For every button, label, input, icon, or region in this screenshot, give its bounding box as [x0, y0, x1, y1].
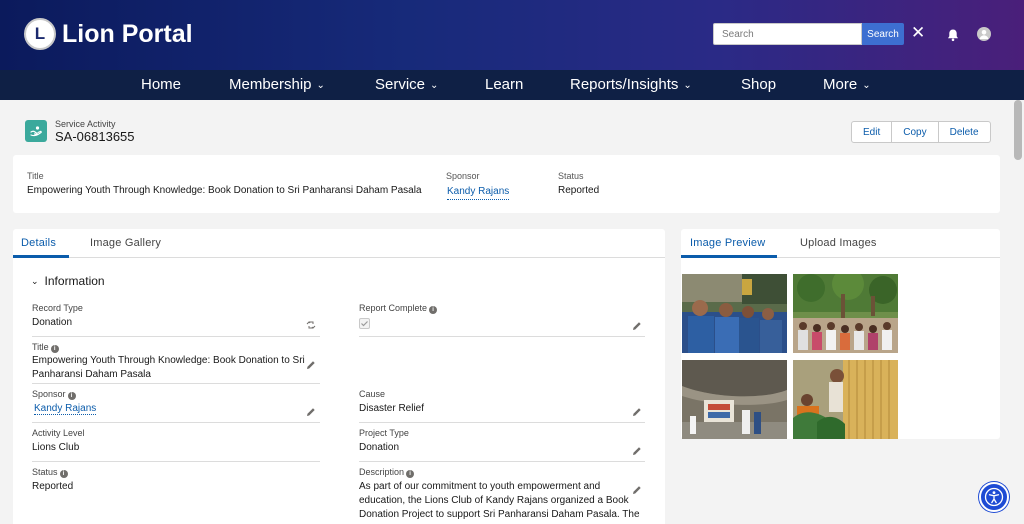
chevron-down-icon: ⌄ [862, 80, 871, 91]
edit-button[interactable]: Edit [852, 122, 893, 142]
info-icon[interactable]: i [59, 470, 68, 478]
activity-photo-2[interactable] [793, 274, 898, 353]
chevron-down-icon: ⌄ [316, 80, 325, 91]
tab-image-gallery[interactable]: Image Gallery [90, 237, 161, 249]
page-scrollbar[interactable] [1014, 100, 1022, 160]
search-button[interactable]: Search [862, 23, 904, 45]
field-description-line2: education, the Lions Club of Kandy Rajan… [359, 495, 629, 506]
highlight-title-label: Title [27, 171, 44, 181]
field-status-label: Status i [32, 467, 68, 478]
field-activity-level-value: Lions Club [32, 442, 80, 453]
bell-icon[interactable] [946, 28, 960, 42]
info-icon[interactable]: i [429, 306, 438, 314]
accessibility-button[interactable] [979, 482, 1009, 512]
top-header: L Lion Portal Search ✕ [0, 0, 1024, 70]
field-description-line1: As part of our commitment to youth empow… [359, 481, 601, 492]
field-cause-label: Cause [359, 389, 386, 399]
field-activity-level-label: Activity Level [32, 428, 85, 438]
info-icon[interactable]: i [406, 470, 415, 478]
highlights-panel: Title Empowering Youth Through Knowledge… [13, 155, 1000, 213]
divider [32, 383, 320, 384]
close-icon[interactable]: ✕ [911, 24, 925, 42]
highlight-sponsor-label: Sponsor [446, 171, 480, 181]
highlight-status-label: Status [558, 171, 584, 181]
field-project-type-label: Project Type [359, 428, 409, 438]
highlight-title-value: Empowering Youth Through Knowledge: Book… [27, 185, 422, 196]
divider [359, 336, 645, 337]
field-title-label: Title i [32, 342, 59, 353]
tab-image-preview[interactable]: Image Preview [690, 237, 765, 249]
field-record-type-value: Donation [32, 317, 73, 328]
copy-button[interactable]: Copy [892, 122, 939, 142]
info-icon[interactable]: i [50, 345, 59, 353]
change-record-type-icon[interactable] [306, 320, 316, 330]
active-tab-indicator [681, 255, 777, 258]
activity-photo-1[interactable] [682, 274, 787, 353]
nav-learn[interactable]: Learn [485, 76, 523, 93]
edit-pencil-icon[interactable] [306, 407, 316, 417]
nav-reports-insights[interactable]: Reports/Insights ⌄ [570, 76, 692, 93]
section-title: Information [44, 274, 105, 288]
service-activity-icon [25, 120, 47, 142]
field-sponsor-link[interactable]: Kandy Rajans [34, 403, 97, 415]
chevron-down-icon: ⌄ [683, 80, 692, 91]
nav-service[interactable]: Service ⌄ [375, 76, 438, 93]
details-tabs: Details Image Gallery [13, 229, 665, 258]
highlight-status-value: Reported [558, 185, 600, 196]
activity-photo-3[interactable] [682, 360, 787, 439]
lions-logo-icon[interactable]: L [24, 18, 56, 50]
section-information-toggle[interactable]: ⌄ Information [31, 274, 105, 288]
report-complete-checkbox [359, 318, 370, 329]
divider [32, 336, 320, 337]
image-preview-panel: Image Preview Upload Images [681, 229, 1000, 439]
divider [32, 422, 320, 423]
tab-upload-images[interactable]: Upload Images [800, 237, 877, 249]
divider [359, 422, 645, 423]
edit-pencil-icon[interactable] [632, 485, 642, 495]
chevron-down-icon: ⌄ [430, 80, 439, 91]
field-sponsor-label: Sponsor i [32, 389, 76, 400]
user-avatar-icon[interactable] [977, 27, 991, 41]
field-description-label: Description i [359, 467, 415, 478]
accessibility-icon [984, 487, 1004, 507]
record-header: Service Activity SA-06813655 Edit Copy D… [13, 108, 1000, 152]
record-id: SA-06813655 [55, 129, 135, 144]
info-icon[interactable]: i [67, 392, 76, 400]
search-input[interactable] [713, 23, 862, 45]
active-tab-indicator [13, 255, 69, 258]
edit-pencil-icon[interactable] [632, 407, 642, 417]
field-title-value-line2: Panharansi Daham Pasala [32, 369, 151, 380]
divider [359, 461, 645, 462]
delete-button[interactable]: Delete [939, 122, 990, 142]
divider [32, 461, 320, 462]
nav-membership[interactable]: Membership ⌄ [229, 76, 325, 93]
nav-home[interactable]: Home [141, 76, 181, 93]
field-status-value: Reported [32, 481, 74, 492]
nav-more[interactable]: More ⌄ [823, 76, 871, 93]
chevron-down-icon: ⌄ [31, 276, 39, 286]
field-report-complete-label: Report Complete i [359, 303, 438, 314]
main-nav: Home Membership ⌄ Service ⌄ Learn Reports/… [0, 70, 1024, 100]
image-tabs: Image Preview Upload Images [681, 229, 1000, 258]
activity-photo-4[interactable] [793, 360, 898, 439]
field-title-value-line1: Empowering Youth Through Knowledge: Book… [32, 355, 305, 366]
record-actions: Edit Copy Delete [851, 121, 991, 143]
record-type-label: Service Activity [55, 119, 116, 129]
nav-shop[interactable]: Shop [741, 76, 776, 93]
brand-title[interactable]: Lion Portal [62, 20, 193, 49]
edit-pencil-icon[interactable] [632, 446, 642, 456]
edit-pencil-icon[interactable] [306, 360, 316, 370]
field-project-type-value: Donation [359, 442, 400, 453]
field-description-line3: Donation Project to support Sri Panharan… [359, 509, 640, 520]
highlight-sponsor-link[interactable]: Kandy Rajans [447, 186, 510, 200]
field-record-type-label: Record Type [32, 303, 83, 313]
edit-pencil-icon[interactable] [632, 321, 642, 331]
tab-details[interactable]: Details [21, 237, 56, 249]
field-cause-value: Disaster Relief [359, 403, 425, 414]
details-panel: Details Image Gallery ⌄ Information Recor… [13, 229, 665, 524]
